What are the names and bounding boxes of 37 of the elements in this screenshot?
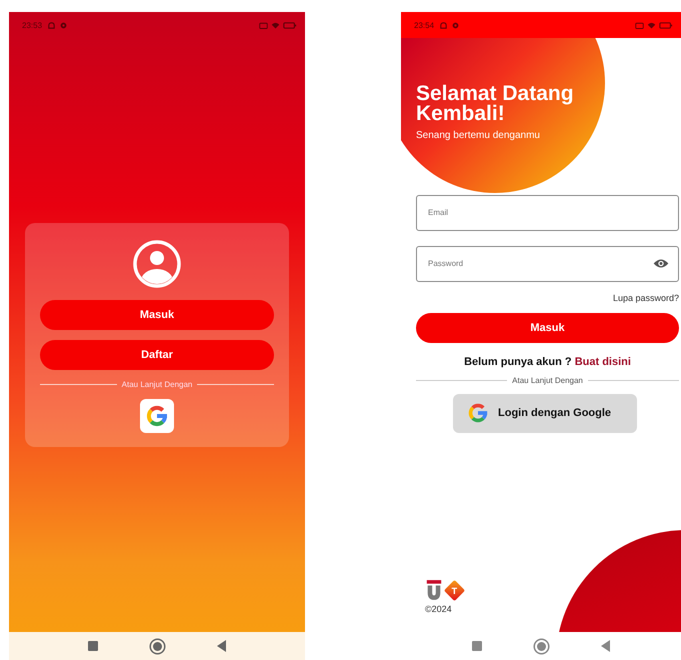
screen-icon [635,20,644,30]
google-sign-in-button[interactable] [140,399,174,433]
copyright-text: ©2024 [425,604,452,614]
battery-icon [659,20,673,30]
user-avatar-icon [132,239,182,289]
signup-prompt: Belum punya akun ? Buat disini [463,356,632,368]
eye-icon[interactable] [653,258,669,269]
status-time: 23:54 [414,20,434,30]
menu-button[interactable]: Masuk [40,300,274,330]
screen-icon [259,20,268,30]
t-logo-icon: T [444,579,466,601]
back-icon[interactable] [217,640,226,652]
u-logo-icon [425,579,443,601]
forgot-password-link[interactable]: Lupa password? [612,292,679,303]
input-field[interactable]: Password [416,246,679,282]
bell-icon [47,20,56,30]
menu-button[interactable]: Daftar [40,340,274,370]
divider-text: Atau Lanjut Dengan [512,376,583,385]
google-login-button[interactable]: Login dengan Google [453,394,637,433]
google-icon [145,404,169,428]
wifi-icon [271,20,280,30]
status-time: 23:53 [22,20,42,30]
login-button[interactable]: Masuk [416,312,679,343]
gear-icon [451,20,460,30]
welcome-title: Selamat Datang Kembali! [416,84,575,124]
home-icon[interactable] [153,642,162,650]
bell-icon [439,20,448,30]
back-icon[interactable] [601,640,610,652]
battery-icon [283,20,297,30]
wifi-icon [647,20,656,30]
welcome-subtitle: Senang bertemu denganmu [416,130,541,141]
input-field[interactable]: Email [416,194,679,231]
gear-icon [59,20,68,30]
signup-link[interactable]: Buat disini [574,356,631,368]
google-icon [467,402,489,424]
home-icon[interactable] [537,642,546,650]
divider-text: Atau Lanjut Dengan [122,380,192,389]
